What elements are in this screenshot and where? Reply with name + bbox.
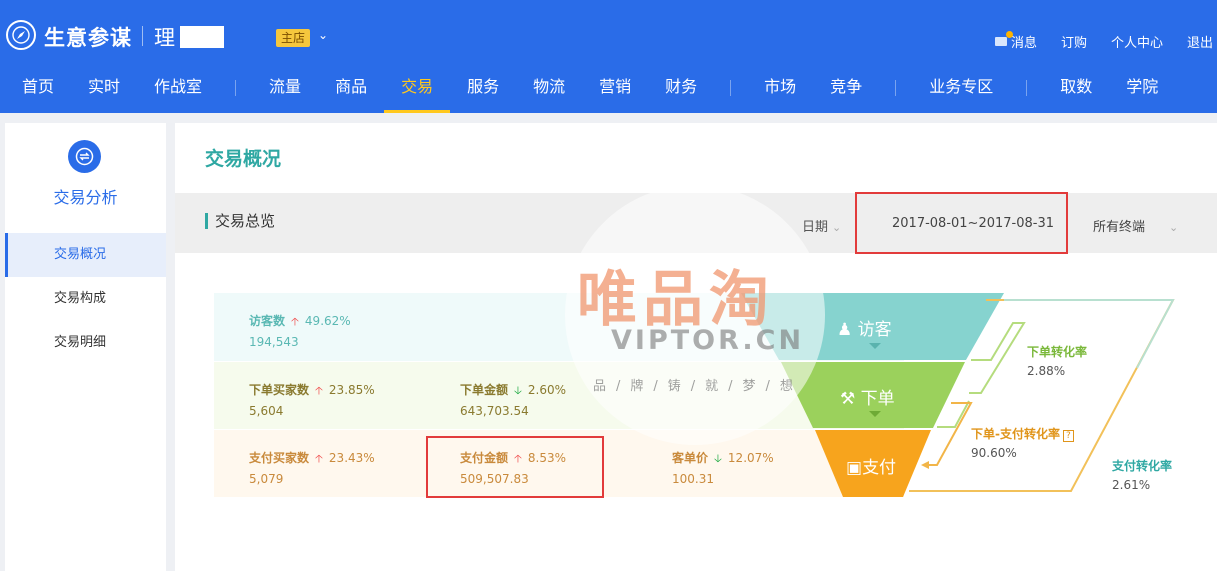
order-pay-rate: 下单-支付转化率? 90.60% xyxy=(971,425,1074,460)
nav-traffic[interactable]: 流量 xyxy=(252,62,318,113)
amount-highlight-box xyxy=(426,436,604,498)
top-links: 消息 订购 个人中心 退出 xyxy=(994,31,1217,51)
nav-academy[interactable]: 学院 xyxy=(1109,62,1175,113)
brand-divider xyxy=(142,26,143,46)
compass-logo-icon[interactable] xyxy=(6,20,36,50)
terminal-select[interactable]: 所有终端 ⌄ xyxy=(1093,216,1178,235)
mail-icon xyxy=(994,31,1013,46)
user-icon: ♟ xyxy=(837,320,853,340)
shop-switch-chevron-icon[interactable]: ⌄ xyxy=(318,28,328,42)
nav-logistics[interactable]: 物流 xyxy=(516,62,582,113)
nav-divider xyxy=(1026,79,1028,96)
watermark-slogan: 品/牌/铸/就/梦/想 xyxy=(593,379,803,394)
wallet-icon: ▣ xyxy=(846,458,863,478)
main-nav: 首页 实时 作战室 流量 商品 交易 服务 物流 营销 财务 市场 竞争 业务专… xyxy=(0,62,1175,113)
chevron-down-icon: ⌄ xyxy=(832,221,842,234)
top-header: 生意参谋 理 括屋 主店 ⌄ 消息 订购 个人中心 退出 首页 实时 作战室 流… xyxy=(0,0,1217,113)
arrow-down-icon: 🡣 xyxy=(514,384,522,397)
chevron-down-icon: ⌄ xyxy=(1169,221,1179,234)
funnel-order-label: ⚒ 下单 xyxy=(840,389,895,409)
stat-visitors: 访客数 🡡 49.62% 194,543 xyxy=(249,314,351,349)
stat-order-amount: 下单金额 🡣 2.60% 643,703.54 xyxy=(460,383,567,418)
pay-rate: 支付转化率 2.61% xyxy=(1112,459,1173,492)
arrow-up-icon: 🡡 xyxy=(291,315,299,328)
sidebar: 交易分析 交易概况 交易构成 交易明细 xyxy=(5,123,166,571)
sidebar-item-overview[interactable]: 交易概况 xyxy=(5,233,166,277)
arrow-up-icon: 🡡 xyxy=(315,452,323,465)
stat-order-buyers: 下单买家数 🡡 23.85% 5,604 xyxy=(249,383,375,418)
subscribe-link[interactable]: 订购 xyxy=(1061,32,1087,51)
nav-data-fetch[interactable]: 取数 xyxy=(1043,62,1109,113)
nav-divider xyxy=(895,79,897,96)
nav-service[interactable]: 服务 xyxy=(450,62,516,113)
nav-divider xyxy=(730,79,732,96)
page-title: 交易概况 xyxy=(205,148,282,170)
arrow-down-icon: 🡣 xyxy=(714,452,722,465)
nav-products[interactable]: 商品 xyxy=(318,62,384,113)
shop-badge: 主店 xyxy=(276,29,311,47)
funnel-pay-label: ▣支付 xyxy=(846,458,897,478)
hammer-icon: ⚒ xyxy=(840,389,856,409)
help-icon[interactable]: ? xyxy=(1062,430,1074,442)
date-highlight-box xyxy=(855,192,1068,254)
section-title: 交易总览 xyxy=(205,213,275,229)
connector-arrowhead xyxy=(921,461,929,469)
main-content: 交易概况 交易总览 日期 ⌄ 2017-08-01~2017-08-31 所有终端… xyxy=(175,123,1217,571)
nav-marketing[interactable]: 营销 xyxy=(582,62,648,113)
nav-warroom[interactable]: 作战室 xyxy=(137,62,219,113)
order-rate: 下单转化率 2.88% xyxy=(1027,345,1088,378)
nav-business-zone[interactable]: 业务专区 xyxy=(912,62,1010,113)
nav-divider xyxy=(235,79,237,96)
transaction-analysis-icon xyxy=(68,140,101,173)
nav-competition[interactable]: 竞争 xyxy=(813,62,879,113)
nav-home[interactable]: 首页 xyxy=(0,62,71,113)
date-type-select[interactable]: 日期 ⌄ xyxy=(802,216,841,235)
personal-center-link[interactable]: 个人中心 xyxy=(1111,32,1163,51)
nav-finance[interactable]: 财务 xyxy=(648,62,714,113)
stat-pay-buyers: 支付买家数 🡡 23.43% 5,079 xyxy=(249,451,375,486)
sidebar-title: 交易分析 xyxy=(53,188,118,207)
funnel-visit-label: ♟ 访客 xyxy=(837,320,892,340)
sidebar-item-composition[interactable]: 交易构成 xyxy=(5,277,166,321)
nav-market[interactable]: 市场 xyxy=(747,62,813,113)
nav-transactions[interactable]: 交易 xyxy=(384,62,451,113)
arrow-up-icon: 🡡 xyxy=(315,384,323,397)
watermark-domain: VIPTOR.CN xyxy=(611,325,805,356)
unread-dot xyxy=(1005,31,1013,38)
sidebar-item-details[interactable]: 交易明细 xyxy=(5,321,166,365)
redacted-mask xyxy=(180,26,224,48)
messages-link[interactable]: 消息 xyxy=(994,31,1037,51)
nav-realtime[interactable]: 实时 xyxy=(71,62,137,113)
brand-name[interactable]: 生意参谋 xyxy=(44,22,132,52)
logout-link[interactable]: 退出 xyxy=(1187,32,1213,51)
